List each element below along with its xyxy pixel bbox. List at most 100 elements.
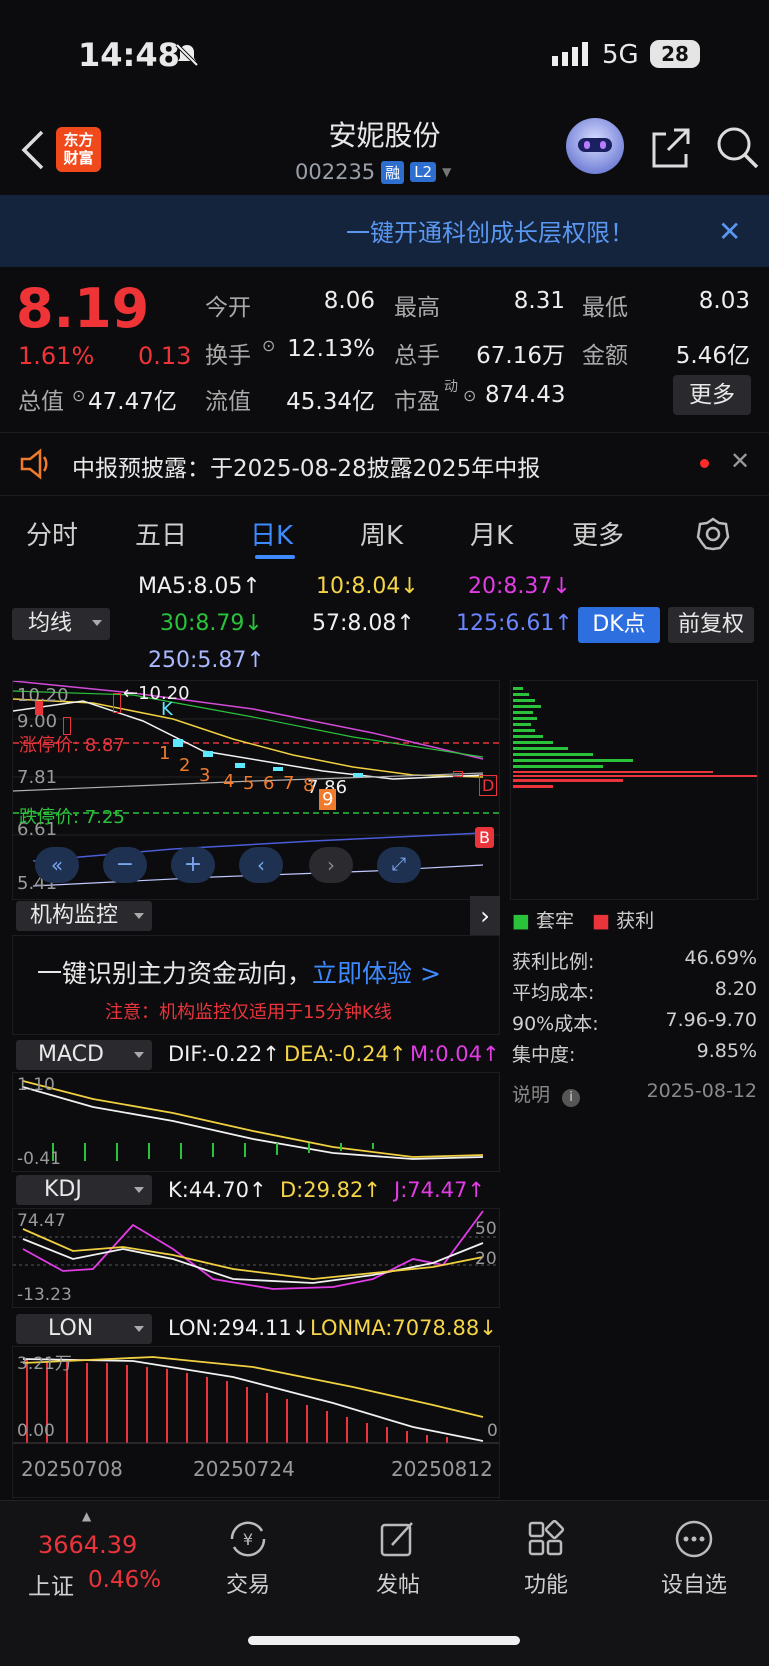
kdj-selector[interactable]: KDJ — [16, 1175, 152, 1205]
tab-five-day[interactable]: 五日 — [135, 515, 187, 552]
signal-icon — [552, 42, 588, 66]
nav-trade[interactable]: ¥ 交易 — [198, 1519, 298, 1599]
stat-label: 90%成本: — [512, 1013, 599, 1035]
share-icon[interactable] — [650, 126, 692, 170]
candle — [273, 767, 283, 771]
stat-value: 8.20 — [714, 978, 757, 1000]
zoom-out-icon[interactable]: − — [103, 847, 147, 883]
float-cap-value: 45.34亿 — [286, 389, 375, 415]
monitor-selector-label: 机构监控 — [30, 903, 119, 928]
index-change: 0.46% — [88, 1567, 162, 1593]
ma-selector[interactable]: 均线 — [12, 608, 110, 640]
close-icon[interactable]: ✕ — [730, 447, 750, 475]
index-value[interactable]: 3664.39 — [38, 1531, 137, 1559]
cost90-row: 90%成本: 7.96-9.70 — [512, 1009, 757, 1036]
zoom-in-icon[interactable]: + — [171, 847, 215, 883]
ma-selector-label: 均线 — [28, 611, 73, 636]
ma57-value: 57:8.08↑ — [312, 611, 415, 636]
turnover-label: 换手 — [205, 343, 251, 369]
l2-tag: L2 — [410, 162, 437, 182]
candle — [173, 739, 183, 747]
dk-point-button[interactable]: DK点 — [578, 607, 660, 643]
stat-label: 获利比例: — [512, 951, 595, 973]
seq-mark: 2 — [179, 755, 191, 776]
kdj-level-20: 20 — [475, 1249, 497, 1269]
tab-more[interactable]: 更多 — [572, 515, 624, 552]
seq-mark: 1 — [159, 743, 171, 764]
stat-label: 平均成本: — [512, 982, 595, 1004]
macd-chart[interactable]: 1.10 -0.41 — [12, 1072, 500, 1172]
adjust-button[interactable]: 前复权 — [668, 607, 754, 643]
turnover-value: 12.13% — [287, 336, 375, 362]
monitor-note: 注意：机构监控仅适用于15分钟K线 — [105, 1002, 392, 1023]
monitor-selector[interactable]: 机构监控 — [16, 901, 152, 931]
chip-date: 2025-08-12 — [646, 1080, 757, 1102]
nav-post[interactable]: 发帖 — [348, 1519, 448, 1599]
more-dots-icon — [675, 1520, 713, 1558]
explain-label: 说明 — [512, 1084, 551, 1106]
kdj-d: D:29.82↑ — [280, 1178, 381, 1202]
expand-up-icon[interactable]: ▲ — [82, 1509, 91, 1523]
monitor-headline: 一键识别主力资金动向， — [37, 959, 313, 988]
lon-chart[interactable]: 3.21万 0.00 0 20250708 20250724 20250812 — [12, 1346, 500, 1498]
ai-assistant-icon[interactable] — [566, 118, 624, 174]
notice-bar[interactable]: 中报预披露：于2025-08-28披露2025年中报 ✕ — [0, 432, 769, 496]
edit-icon — [380, 1522, 413, 1557]
tab-daily-k[interactable]: 日K — [250, 515, 293, 552]
seq-mark: 7 — [283, 773, 295, 794]
scroll-left-fast-icon[interactable]: « — [35, 847, 79, 883]
open-label: 今开 — [205, 295, 251, 321]
try-now-link[interactable]: 立即体验 > — [312, 959, 441, 988]
gear-icon[interactable] — [696, 517, 730, 551]
seq-mark: 4 — [223, 771, 235, 792]
stock-code-row[interactable]: 002235 融 L2 ▼ — [295, 160, 451, 184]
high-price-note: ←10.20 — [123, 683, 190, 704]
kline-chart[interactable]: 10.20 9.00 7.81 6.61 5.41 ←10.20 K 涨停价: … — [12, 680, 500, 900]
tab-weekly-k[interactable]: 周K — [360, 515, 403, 552]
chevron-down-icon — [134, 913, 144, 919]
network-type: 5G — [602, 40, 639, 70]
notice-text: 中报预披露：于2025-08-28披露2025年中报 — [72, 456, 541, 482]
tab-intraday[interactable]: 分时 — [26, 515, 78, 552]
change-percent: 1.61% — [18, 342, 95, 370]
fullscreen-icon[interactable]: ⤢ — [377, 847, 421, 883]
promo-banner[interactable]: 一键开通科创成长层权限！ ✕ — [0, 195, 769, 267]
avg-cost-row: 平均成本: 8.20 — [512, 978, 757, 1005]
scroll-left-icon[interactable]: ‹ — [239, 847, 283, 883]
status-time: 14:48 — [78, 36, 180, 74]
lon-selector[interactable]: LON — [16, 1314, 152, 1344]
open-value: 8.06 — [323, 288, 375, 314]
nav-watchlist-settings[interactable]: 设自选 — [644, 1519, 744, 1599]
x-axis-date: 20250724 — [193, 1457, 295, 1481]
chevron-down-icon — [92, 620, 102, 626]
info-icon[interactable]: ⊙ — [72, 386, 85, 405]
info-icon[interactable]: ⊙ — [262, 336, 275, 355]
kdj-selector-label: KDJ — [44, 1177, 82, 1202]
ma10-value: 10:8.04↓ — [316, 574, 419, 599]
macd-dea: DEA:-0.24↑ — [284, 1042, 407, 1066]
monitor-card[interactable]: 一键识别主力资金动向，立即体验 > 注意：机构监控仅适用于15分钟K线 — [12, 935, 500, 1035]
lon-top-label: 3.21万 — [17, 1354, 72, 1374]
lon-selector-label: LON — [48, 1316, 94, 1341]
home-indicator[interactable] — [248, 1636, 520, 1645]
dk-b-mark: B — [475, 827, 494, 848]
search-icon[interactable] — [716, 126, 760, 170]
macd-selector[interactable]: MACD — [16, 1040, 152, 1070]
tab-monthly-k[interactable]: 月K — [470, 515, 513, 552]
nav-functions[interactable]: 功能 — [496, 1519, 596, 1599]
speaker-icon — [20, 448, 48, 480]
lon-value: LON:294.11↓ — [168, 1316, 310, 1340]
close-icon[interactable]: ✕ — [718, 215, 741, 248]
pe-dynamic-sup: 动 — [444, 379, 458, 395]
explain-row[interactable]: 说明 i 2025-08-12 — [512, 1080, 757, 1107]
trapped-label: 套牢 — [536, 910, 575, 932]
info-icon[interactable]: ⊙ — [463, 386, 476, 405]
profit-swatch: ■ — [592, 910, 611, 932]
more-button[interactable]: 更多 — [673, 375, 751, 415]
macd-top-label: 1.10 — [17, 1075, 55, 1095]
ma5-value: MA5:8.05↑ — [138, 574, 261, 599]
scroll-right-icon[interactable]: › — [309, 847, 353, 883]
kdj-chart[interactable]: 74.47 -13.23 50 20 — [12, 1208, 500, 1308]
chevron-down-icon — [134, 1187, 144, 1193]
expand-arrow-icon[interactable]: › — [470, 896, 500, 936]
